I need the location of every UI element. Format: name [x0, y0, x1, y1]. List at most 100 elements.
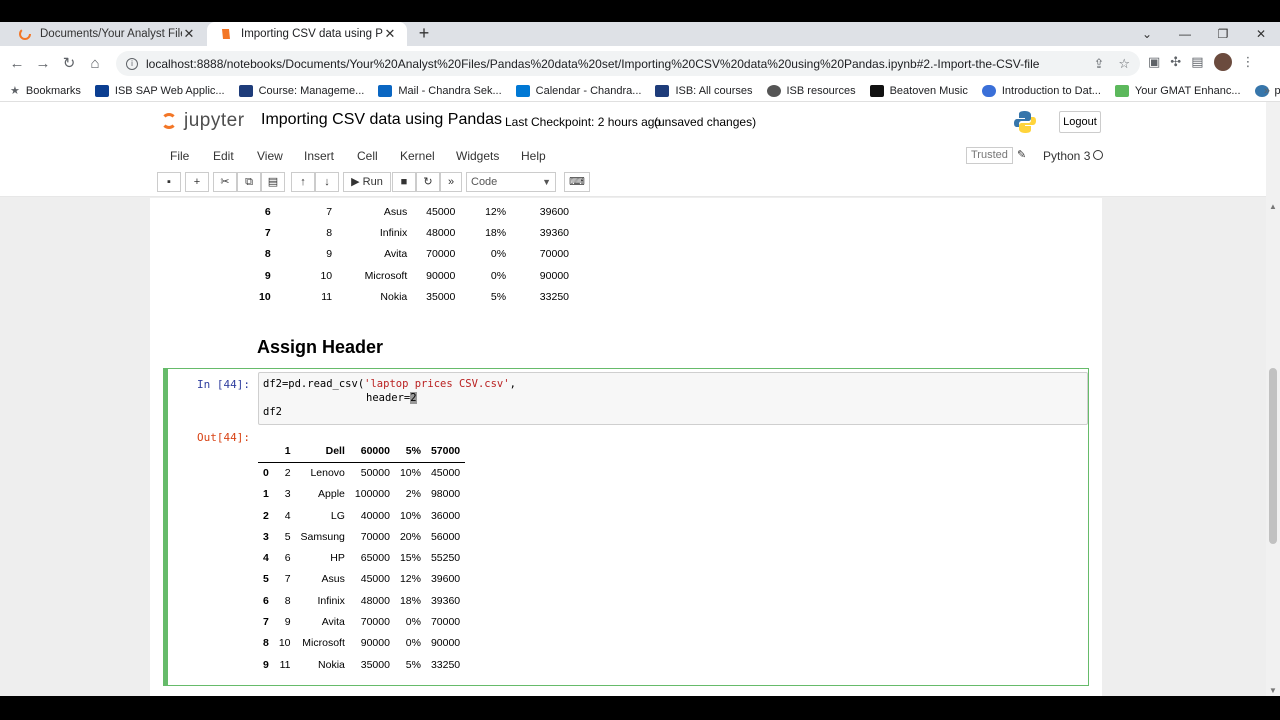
row-index: 5 — [263, 573, 269, 586]
logout-button[interactable]: Logout — [1059, 111, 1101, 133]
home-icon[interactable]: ⌂ — [82, 55, 108, 72]
table-cell: 10% — [399, 467, 421, 480]
browser-tab-documents[interactable]: Documents/Your Analyst Files/Pa ✕ — [6, 22, 206, 46]
menu-kernel[interactable]: Kernel — [400, 149, 435, 163]
reload-icon[interactable]: ↻ — [56, 54, 82, 72]
menu-widgets[interactable]: Widgets — [456, 149, 499, 163]
menu-file[interactable]: File — [170, 149, 189, 163]
bookmark-item[interactable]: Course: Manageme... — [238, 84, 364, 97]
pencil-icon[interactable]: ✎ — [1017, 148, 1026, 161]
code-editor[interactable]: df2=pd.read_csv('laptop prices CSV.csv',… — [258, 372, 1088, 425]
bookmark-item[interactable]: Introduction to Dat... — [981, 84, 1101, 97]
table-cell: 18% — [399, 594, 421, 607]
bookmark-item[interactable]: Your GMAT Enhanc... — [1114, 84, 1241, 97]
table-cell: 65000 — [360, 552, 390, 565]
table-row: 1 3 Apple 100000 2% 98000 — [258, 484, 465, 505]
scroll-down-icon[interactable]: ▼ — [1269, 686, 1277, 695]
cut-icon[interactable]: ✂ — [213, 172, 237, 192]
maximize-button[interactable]: ❐ — [1204, 22, 1242, 46]
menu-help[interactable]: Help — [521, 149, 546, 163]
sap-icon — [94, 84, 109, 97]
avatar[interactable] — [1213, 53, 1232, 71]
browser-tab-notebook[interactable]: Importing CSV data using Panda ✕ — [207, 22, 407, 46]
move-up-icon[interactable]: ↑ — [291, 172, 315, 192]
table-cell: Microsoft — [364, 269, 408, 282]
more-icon[interactable]: ⋮ — [1242, 54, 1255, 70]
bookmark-item[interactable]: Mail - Chandra Sek... — [378, 84, 502, 97]
trusted-badge[interactable]: Trusted — [966, 147, 1013, 164]
close-icon[interactable]: ✕ — [182, 26, 196, 42]
table-cell: 35000 — [426, 290, 456, 303]
star-icon[interactable]: ☆ — [1118, 56, 1130, 72]
bookmark-item[interactable]: Beatoven Music — [869, 84, 968, 97]
table-cell: Nokia — [318, 658, 345, 671]
move-down-icon[interactable]: ↓ — [315, 172, 339, 192]
table-cell: Infinix — [379, 226, 408, 239]
copy-icon[interactable]: ⧉ — [237, 172, 261, 192]
add-cell-icon[interactable]: + — [185, 172, 209, 192]
column-header: 60000 — [349, 441, 395, 463]
menu-view[interactable]: View — [257, 149, 283, 163]
cell-type-select[interactable]: Code ▼ — [466, 172, 556, 192]
table-cell: 45000 — [430, 467, 461, 480]
table-cell: Samsung — [300, 530, 345, 543]
save-icon[interactable]: ▪ — [157, 172, 181, 192]
minimize-button[interactable]: — — [1166, 22, 1204, 46]
restart-icon[interactable]: ↻ — [416, 172, 440, 192]
menu-cell[interactable]: Cell — [357, 149, 378, 163]
table-cell: 12% — [399, 573, 421, 586]
extension-icon[interactable]: ▣ — [1148, 54, 1160, 70]
new-tab-button[interactable]: + — [414, 22, 434, 46]
table-cell: Asus — [383, 205, 408, 218]
jupyter-icon — [160, 110, 180, 132]
kernel-name[interactable]: Python 3 — [1043, 149, 1090, 163]
table-cell: 9 — [326, 248, 333, 261]
out-prompt: Out[44]: — [197, 431, 250, 444]
table-cell: 45000 — [360, 573, 390, 586]
tab-search-icon[interactable]: ⌄ — [1128, 22, 1166, 46]
fast-forward-icon[interactable]: » — [440, 172, 462, 192]
share-icon[interactable]: ⇪ — [1093, 56, 1104, 72]
info-icon[interactable]: i — [126, 57, 138, 70]
forward-icon[interactable]: → — [30, 55, 56, 72]
code-cell[interactable]: In [44]: df2=pd.read_csv('laptop prices … — [163, 368, 1089, 686]
puzzle-icon[interactable]: ✣ — [1170, 54, 1181, 70]
sidepanel-icon[interactable]: ▤ — [1191, 54, 1203, 70]
column-header: Dell — [295, 441, 350, 463]
table-row: 10 11 Nokia 35000 5% 33250 — [254, 286, 574, 307]
gmat-icon — [1114, 84, 1129, 97]
python-logo-icon — [1014, 111, 1036, 133]
bookmark-item[interactable]: ISB SAP Web Applic... — [94, 84, 225, 97]
more-bookmarks-icon[interactable]: » — [1264, 85, 1270, 97]
bookmark-item[interactable]: Calendar - Chandra... — [515, 84, 641, 97]
menu-insert[interactable]: Insert — [304, 149, 334, 163]
row-index: 7 — [264, 226, 271, 239]
run-button[interactable]: ▶ Run — [343, 172, 391, 192]
table-cell: 12% — [485, 205, 507, 218]
notebook-title[interactable]: Importing CSV data using Pandas — [261, 111, 502, 129]
table-cell: 70000 — [360, 530, 390, 543]
paste-icon[interactable]: ▤ — [261, 172, 285, 192]
table-cell: 90000 — [539, 269, 569, 282]
previous-output-table: 6 7 Asus 45000 12% 39600 7 8 Infinix 48000 18% 3936… — [254, 201, 574, 307]
table-cell: Avita — [321, 616, 345, 629]
table-cell: Infinix — [317, 594, 345, 607]
scroll-up-icon[interactable]: ▲ — [1269, 202, 1277, 211]
bookmark-item[interactable]: ISB: All courses — [655, 84, 753, 97]
back-icon[interactable]: ← — [4, 55, 30, 72]
address-bar[interactable]: i localhost:8888/notebooks/Documents/You… — [116, 51, 1140, 76]
page-scrollbar[interactable]: ▲ ▼ — [1266, 102, 1280, 696]
bookmark-item[interactable]: ★ Bookmarks — [10, 84, 81, 98]
table-row: 6 7 Asus 45000 12% 39600 — [254, 201, 574, 222]
table-cell: 45000 — [426, 205, 456, 218]
code-line: df2 — [263, 406, 282, 418]
table-row: 8 9 Avita 70000 0% 70000 — [254, 244, 574, 265]
close-window-button[interactable]: ✕ — [1242, 22, 1280, 46]
stop-icon[interactable]: ■ — [392, 172, 416, 192]
scrollbar-thumb[interactable] — [1269, 368, 1277, 544]
close-icon[interactable]: ✕ — [383, 26, 397, 42]
keyboard-icon[interactable]: ⌨ — [564, 172, 590, 192]
menu-edit[interactable]: Edit — [213, 149, 234, 163]
bookmark-item[interactable]: ISB resources — [766, 84, 856, 97]
jupyter-logo[interactable]: jupyter — [160, 110, 245, 132]
